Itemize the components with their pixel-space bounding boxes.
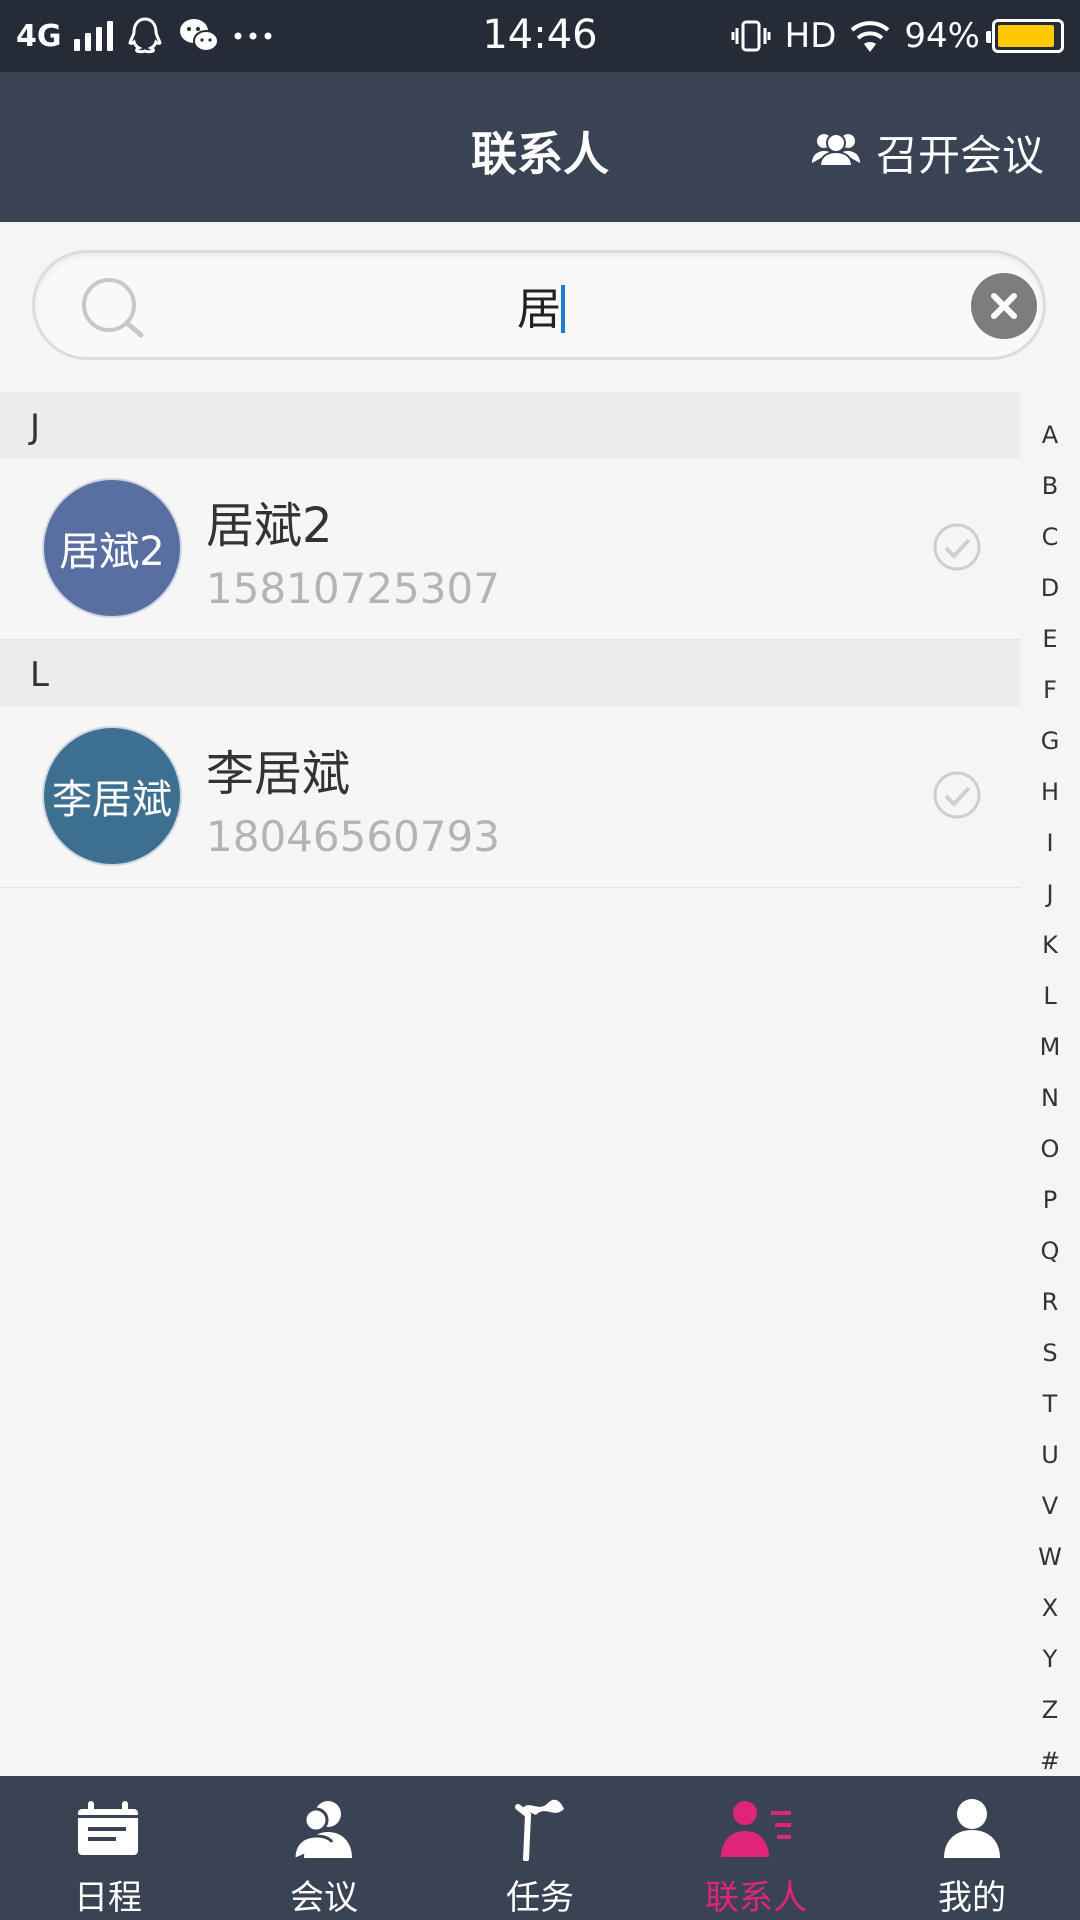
avatar: 居斌2 <box>42 478 182 618</box>
section-header: J <box>0 392 1020 458</box>
contact-row[interactable]: 居斌2 居斌2 15810725307 <box>0 458 1020 640</box>
hd-indicator: HD <box>784 16 837 56</box>
calendar-icon <box>76 1794 140 1864</box>
index-letter[interactable]: V <box>1020 1481 1080 1532</box>
index-letter[interactable]: R <box>1020 1277 1080 1328</box>
index-letter[interactable]: Z <box>1020 1685 1080 1736</box>
index-letter[interactable]: G <box>1020 716 1080 767</box>
contact-list: J 居斌2 居斌2 15810725307 L 李居斌 李居斌 18046560… <box>0 392 1020 888</box>
tab-bar: 日程 会议 任务 联系人 我的 <box>0 1776 1080 1920</box>
tab-label: 我的 <box>938 1878 1006 1918</box>
start-meeting-label: 召开会议 <box>875 131 1044 180</box>
index-letter[interactable]: T <box>1020 1379 1080 1430</box>
contact-phone: 15810725307 <box>206 564 500 613</box>
text-caret <box>561 285 565 333</box>
select-check-icon[interactable] <box>932 770 982 824</box>
clear-search-button[interactable] <box>971 273 1037 339</box>
contact-name: 居斌2 <box>206 498 333 554</box>
alphabet-index[interactable]: A B C D E F G H I J K L M N O P Q R S T U V W X Y Z # <box>1020 410 1080 1787</box>
status-bar: 4G 14:46 HD 94% <box>0 0 1080 72</box>
tab-label: 任务 <box>506 1878 574 1918</box>
index-letter[interactable]: A <box>1020 410 1080 461</box>
index-letter[interactable]: I <box>1020 818 1080 869</box>
contacts-icon <box>719 1794 793 1864</box>
index-letter[interactable]: L <box>1020 971 1080 1022</box>
index-letter[interactable]: P <box>1020 1175 1080 1226</box>
index-letter[interactable]: N <box>1020 1073 1080 1124</box>
index-letter[interactable]: Y <box>1020 1634 1080 1685</box>
index-letter[interactable]: S <box>1020 1328 1080 1379</box>
index-letter[interactable]: K <box>1020 920 1080 971</box>
close-icon <box>991 293 1017 319</box>
tab-label: 会议 <box>290 1878 358 1918</box>
index-letter[interactable]: F <box>1020 665 1080 716</box>
battery-level <box>998 25 1055 47</box>
battery-percent: 94% <box>904 16 980 56</box>
contact-row[interactable]: 李居斌 李居斌 18046560793 <box>0 706 1020 888</box>
contact-phone: 18046560793 <box>206 812 500 861</box>
index-letter[interactable]: M <box>1020 1022 1080 1073</box>
status-right: HD 94% <box>729 14 1064 58</box>
meeting-icon <box>292 1794 356 1864</box>
index-letter[interactable]: B <box>1020 461 1080 512</box>
index-letter[interactable]: U <box>1020 1430 1080 1481</box>
section-header: L <box>0 640 1020 706</box>
tab-mine[interactable]: 我的 <box>864 1776 1080 1920</box>
search-icon <box>73 275 153 345</box>
person-icon <box>942 1794 1002 1864</box>
tab-label: 联系人 <box>705 1878 807 1918</box>
contact-name: 李居斌 <box>206 746 351 802</box>
index-letter[interactable]: C <box>1020 512 1080 563</box>
search-bar <box>32 250 1046 360</box>
index-letter[interactable]: O <box>1020 1124 1080 1175</box>
nav-bar: 联系人 召开会议 <box>0 72 1080 222</box>
tab-contacts[interactable]: 联系人 <box>648 1776 864 1920</box>
tab-tasks[interactable]: 任务 <box>432 1776 648 1920</box>
avatar: 李居斌 <box>42 726 182 866</box>
wifi-icon <box>848 14 892 58</box>
battery-icon <box>986 19 1064 53</box>
vibrate-icon <box>729 14 773 58</box>
index-letter[interactable]: H <box>1020 767 1080 818</box>
tab-meeting[interactable]: 会议 <box>216 1776 432 1920</box>
index-letter[interactable]: D <box>1020 563 1080 614</box>
index-letter[interactable]: Q <box>1020 1226 1080 1277</box>
index-letter[interactable]: J <box>1020 869 1080 920</box>
tab-schedule[interactable]: 日程 <box>0 1776 216 1920</box>
flag-icon <box>510 1794 570 1864</box>
index-letter[interactable]: W <box>1020 1532 1080 1583</box>
select-check-icon[interactable] <box>932 522 982 576</box>
group-icon <box>810 128 862 177</box>
index-letter[interactable]: E <box>1020 614 1080 665</box>
search-input[interactable] <box>185 253 893 357</box>
tab-label: 日程 <box>74 1878 142 1918</box>
start-meeting-button[interactable]: 召开会议 <box>810 122 1044 183</box>
index-letter[interactable]: X <box>1020 1583 1080 1634</box>
